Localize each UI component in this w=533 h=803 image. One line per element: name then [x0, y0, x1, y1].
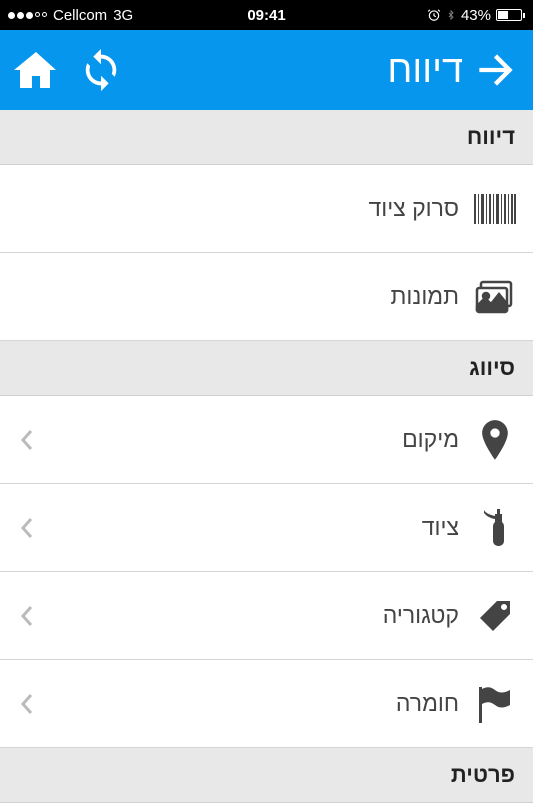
- list-item-label: קטגוריה: [383, 602, 459, 629]
- status-right: 43%: [427, 7, 525, 24]
- bluetooth-icon: [446, 8, 456, 22]
- chevron-left-icon: [20, 428, 34, 452]
- fire-extinguisher-icon: [473, 508, 517, 548]
- status-left: Cellcom 3G: [8, 7, 133, 24]
- list-item-location[interactable]: מיקום: [0, 396, 533, 484]
- section-header-report: דיווח: [0, 110, 533, 165]
- list-item-photos[interactable]: תמונות: [0, 253, 533, 341]
- navigation-bar: דיווח: [0, 30, 533, 110]
- list-item-label: מיקום: [402, 426, 459, 453]
- battery-percent: 43%: [461, 7, 491, 24]
- battery-icon: [496, 9, 525, 21]
- list-item-label: חומרה: [396, 690, 459, 717]
- chevron-left-icon: [20, 604, 34, 628]
- refresh-icon[interactable]: [78, 47, 124, 93]
- barcode-icon: [473, 194, 517, 224]
- chevron-left-icon: [20, 692, 34, 716]
- list-item-severity[interactable]: חומרה: [0, 660, 533, 748]
- home-icon[interactable]: [12, 46, 60, 94]
- status-time: 09:41: [247, 7, 285, 24]
- section-header-classification: סיווג: [0, 341, 533, 396]
- section-header-private: פרטית: [0, 748, 533, 803]
- photos-icon: [473, 280, 517, 314]
- location-pin-icon: [473, 420, 517, 460]
- list-item-label: ציוד: [422, 514, 459, 541]
- flag-icon: [473, 685, 517, 723]
- tag-icon: [473, 598, 517, 634]
- network-label: 3G: [113, 7, 133, 24]
- list-item-scan-equipment[interactable]: סרוק ציוד: [0, 165, 533, 253]
- arrow-right-icon[interactable]: [471, 45, 521, 95]
- list-item-label: תמונות: [391, 283, 459, 310]
- list-item-equipment[interactable]: ציוד: [0, 484, 533, 572]
- alarm-icon: [427, 8, 441, 22]
- chevron-left-icon: [20, 516, 34, 540]
- signal-strength-icon: [8, 12, 47, 19]
- carrier-label: Cellcom: [53, 7, 107, 24]
- list-item-category[interactable]: קטגוריה: [0, 572, 533, 660]
- list-item-label: סרוק ציוד: [368, 195, 459, 222]
- nav-title: דיווח: [387, 49, 463, 92]
- status-bar: Cellcom 3G 09:41 43%: [0, 0, 533, 30]
